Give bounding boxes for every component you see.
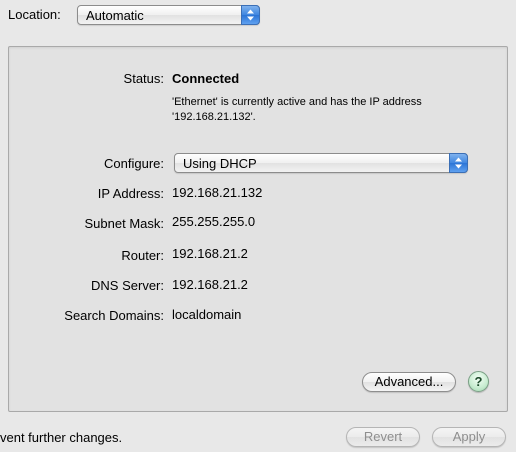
status-label: Status: xyxy=(123,71,164,86)
search-domains-label: Search Domains: xyxy=(64,308,164,323)
location-label: Location: xyxy=(8,7,61,22)
help-icon[interactable]: ? xyxy=(468,371,489,392)
configure-popup[interactable]: Using DHCP xyxy=(174,153,468,173)
advanced-button[interactable]: Advanced... xyxy=(362,372,456,392)
router-value: 192.168.21.2 xyxy=(172,246,248,261)
dns-server-value: 192.168.21.2 xyxy=(172,277,248,292)
ip-address-label: IP Address: xyxy=(97,186,164,201)
up-down-arrows-icon xyxy=(241,5,260,25)
dns-server-label: DNS Server: xyxy=(91,278,164,293)
configure-popup-value: Using DHCP xyxy=(183,156,257,171)
lock-text: vent further changes. xyxy=(0,430,123,445)
subnet-mask-label: Subnet Mask: xyxy=(84,216,165,231)
ip-address-value: 192.168.21.132 xyxy=(172,185,263,200)
status-value: Connected xyxy=(172,71,240,86)
location-popup-value: Automatic xyxy=(86,8,144,23)
search-domains-value: localdomain xyxy=(172,307,242,322)
up-down-arrows-icon xyxy=(449,153,468,173)
location-popup[interactable]: Automatic xyxy=(77,5,260,25)
apply-button[interactable]: Apply xyxy=(432,427,506,447)
status-description-line2: '192.168.21.132'. xyxy=(172,111,256,123)
subnet-mask-value: 255.255.255.0 xyxy=(172,214,256,229)
configure-label: Configure: xyxy=(104,156,164,171)
status-description-line1: 'Ethernet' is currently active and has t… xyxy=(172,96,422,108)
revert-button[interactable]: Revert xyxy=(346,427,420,447)
router-label: Router: xyxy=(121,248,164,263)
